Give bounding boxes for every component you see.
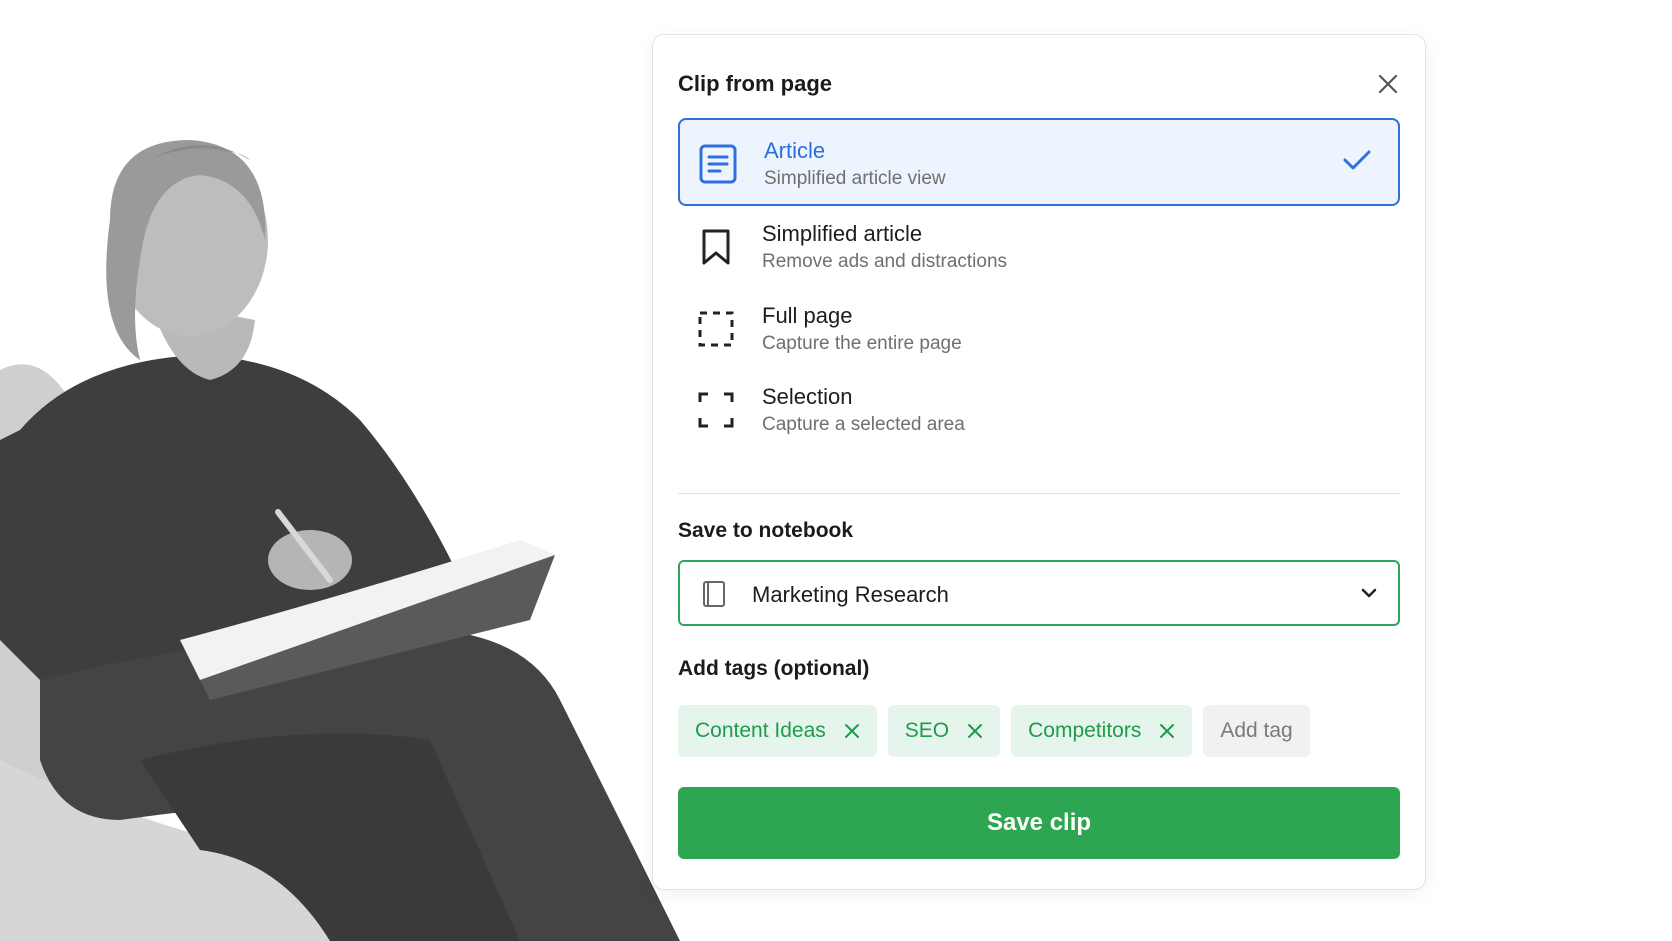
save-clip-button[interactable]: Save clip [678, 787, 1400, 859]
remove-tag-button[interactable] [967, 723, 983, 739]
notebook-icon [703, 581, 725, 607]
tags-row: Content Ideas SEO Competitors Add tag [678, 705, 1310, 757]
notebook-select[interactable]: Marketing Research [678, 560, 1400, 626]
selection-icon [696, 390, 736, 430]
notebook-value: Marketing Research [752, 582, 949, 607]
tag-competitors: Competitors [1011, 705, 1193, 757]
close-icon [1378, 74, 1398, 94]
panel-title: Clip from page [678, 71, 833, 96]
article-icon [698, 144, 738, 184]
option-article[interactable]: Article Simplified article view [678, 118, 1400, 206]
person-photo [0, 140, 680, 941]
option-selection[interactable]: Selection Capture a selected area [678, 366, 1400, 454]
option-subtitle: Capture the entire page [762, 333, 962, 354]
tag-label: SEO [904, 719, 950, 742]
option-subtitle: Capture a selected area [762, 414, 965, 435]
tag-content-ideas: Content Ideas [678, 705, 877, 757]
option-title: Article [764, 138, 826, 163]
option-title: Simplified article [762, 221, 923, 246]
close-icon [844, 724, 859, 738]
close-button[interactable] [1373, 69, 1403, 99]
tags-label: Add tags (optional) [678, 657, 870, 680]
option-subtitle: Remove ads and distractions [762, 251, 1008, 272]
notebook-label: Save to notebook [678, 519, 854, 542]
option-title: Selection [762, 384, 853, 409]
divider [678, 493, 1400, 494]
tag-label: Content Ideas [695, 719, 826, 742]
remove-tag-button[interactable] [1159, 723, 1175, 739]
add-tag-button[interactable]: Add tag [1203, 705, 1310, 757]
option-full-page[interactable]: Full page Capture the entire page [678, 285, 1400, 373]
check-icon [1343, 150, 1371, 170]
stage: Clip from page Article Simplified articl… [0, 0, 1672, 941]
option-simplified-article[interactable]: Simplified article Remove ads and distra… [678, 203, 1400, 291]
option-subtitle: Simplified article view [764, 168, 946, 189]
clip-panel: Clip from page Article Simplified articl… [652, 34, 1426, 890]
close-icon [968, 724, 983, 738]
full-page-icon [696, 309, 736, 349]
chevron-down-icon [1361, 588, 1377, 598]
tag-seo: SEO [887, 705, 1001, 757]
option-title: Full page [762, 303, 853, 328]
close-icon [1160, 724, 1175, 738]
bookmark-icon [696, 227, 736, 267]
remove-tag-button[interactable] [844, 723, 860, 739]
tag-label: Competitors [1028, 719, 1142, 742]
